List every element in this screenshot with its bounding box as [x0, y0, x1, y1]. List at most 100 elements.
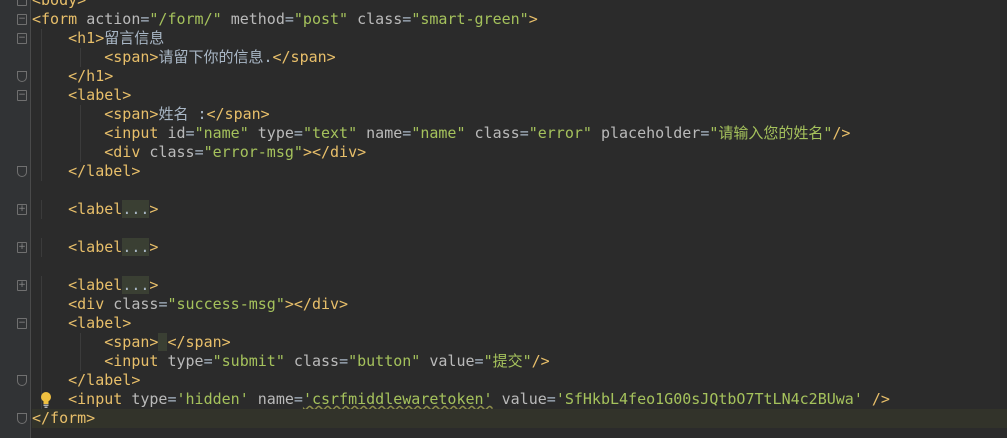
- code-token: <: [104, 143, 114, 161]
- code-token: />: [871, 390, 890, 408]
- code-token: type: [167, 352, 204, 370]
- code-token: =: [519, 124, 529, 142]
- code-token: class: [293, 352, 340, 370]
- indent-guide: [41, 29, 43, 48]
- code-text: <label>: [32, 314, 131, 332]
- editor-gutter[interactable]: [0, 0, 30, 438]
- fold-expand-icon[interactable]: [17, 280, 27, 291]
- code-token: action: [86, 10, 141, 28]
- code-token: "提交": [483, 352, 532, 370]
- code-line[interactable]: <label...>: [17, 276, 1007, 295]
- code-token: ...: [122, 200, 150, 218]
- code-text: <label...>: [32, 276, 158, 294]
- code-token: </h1>: [68, 67, 114, 85]
- fold-end-icon[interactable]: [17, 71, 27, 82]
- code-token: "name": [411, 124, 466, 142]
- code-line[interactable]: </label>: [17, 371, 1007, 390]
- code-line[interactable]: <input id="name" type="text" name="name"…: [32, 124, 1007, 143]
- code-token: "button": [348, 352, 421, 370]
- fold-collapse-icon[interactable]: [17, 33, 27, 44]
- indent-guide: [41, 238, 43, 257]
- code-token: "success-msg": [167, 295, 285, 313]
- code-token: <h1>: [68, 29, 105, 47]
- code-token: <span>: [104, 105, 159, 123]
- code-token: </label>: [68, 371, 141, 389]
- fold-end-icon[interactable]: [17, 166, 27, 177]
- code-line[interactable]: <label>: [17, 314, 1007, 333]
- code-line[interactable]: <form action="/form/" method="post" clas…: [17, 10, 1007, 29]
- code-token: 'SfHkbL4feo1G00sJQtbO7TtLN4c2BUwa': [555, 390, 863, 408]
- fold-collapse-icon[interactable]: [17, 14, 27, 25]
- code-line[interactable]: <body>: [17, 0, 1007, 10]
- code-token: div: [330, 143, 358, 161]
- code-token: <input: [68, 390, 123, 408]
- code-editor[interactable]: <body><form action="/form/" method="post…: [0, 0, 1007, 438]
- code-line[interactable]: <div class="success-msg"></div>: [32, 295, 1007, 314]
- code-token: <input: [104, 124, 159, 142]
- code-token: "post": [293, 10, 349, 28]
- fold-end-icon[interactable]: [17, 375, 27, 386]
- code-text: <label>: [32, 86, 131, 104]
- code-line[interactable]: <div class="error-msg"></div>: [32, 143, 1007, 162]
- code-line[interactable]: <input type="submit" class="button" valu…: [32, 352, 1007, 371]
- fold-expand-icon[interactable]: [17, 242, 27, 253]
- fold-collapse-icon[interactable]: [17, 90, 27, 101]
- code-line[interactable]: <label...>: [17, 238, 1007, 257]
- code-token: "error-msg": [203, 143, 303, 161]
- indent-guide: [41, 105, 43, 124]
- indent-guide: [41, 86, 43, 105]
- code-line[interactable]: <h1>留言信息: [17, 29, 1007, 48]
- code-token: div: [113, 143, 141, 161]
- indent-guide: [41, 124, 43, 143]
- code-token: =: [293, 390, 303, 408]
- code-line[interactable]: </label>: [17, 162, 1007, 181]
- code-token: class: [149, 143, 195, 161]
- code-token: =: [402, 124, 412, 142]
- code-token: class: [113, 295, 159, 313]
- code-line[interactable]: [32, 181, 1007, 200]
- code-token: =: [402, 10, 412, 28]
- code-line[interactable]: <label>: [17, 86, 1007, 105]
- code-token: <span>: [104, 48, 159, 66]
- code-line[interactable]: [32, 219, 1007, 238]
- indent-guide: [80, 105, 82, 124]
- fold-collapse-icon[interactable]: [17, 0, 27, 6]
- code-line[interactable]: <input type='hidden' name='csrfmiddlewar…: [32, 390, 1007, 409]
- code-area[interactable]: <body><form action="/form/" method="post…: [17, 0, 1007, 428]
- code-token: </label>: [68, 162, 141, 180]
- lightbulb-icon[interactable]: [39, 391, 53, 409]
- code-token: =: [167, 390, 177, 408]
- code-token: 姓名 :: [158, 105, 207, 123]
- code-line[interactable]: </h1>: [17, 67, 1007, 86]
- code-token: =: [185, 124, 195, 142]
- fold-expand-icon[interactable]: [17, 204, 27, 215]
- code-token: >: [149, 200, 159, 218]
- code-line[interactable]: [32, 257, 1007, 276]
- code-line[interactable]: <span>姓名 :</span>: [32, 105, 1007, 124]
- code-token: =: [339, 352, 349, 370]
- code-token: "name": [194, 124, 249, 142]
- code-line[interactable]: <span>请留下你的信息.</span>: [32, 48, 1007, 67]
- code-text: </label>: [32, 162, 140, 180]
- code-token: =: [546, 390, 556, 408]
- code-line[interactable]: </form>: [17, 409, 1007, 428]
- indent-guide: [41, 314, 43, 333]
- code-text: <label...>: [32, 200, 158, 218]
- code-text: <div class="success-msg"></div>: [32, 295, 348, 313]
- code-token: =: [293, 124, 303, 142]
- code-text: <input type='hidden' name='csrfmiddlewar…: [32, 390, 890, 408]
- code-line[interactable]: <label...>: [17, 200, 1007, 219]
- code-token: <label: [68, 276, 123, 294]
- indent-guide: [41, 333, 43, 352]
- code-token: ...: [122, 276, 150, 294]
- code-token: ...: [122, 238, 150, 256]
- code-line[interactable]: <span> </span>: [32, 333, 1007, 352]
- fold-end-icon[interactable]: [17, 413, 27, 424]
- code-token: >: [528, 10, 538, 28]
- fold-collapse-icon[interactable]: [17, 318, 27, 329]
